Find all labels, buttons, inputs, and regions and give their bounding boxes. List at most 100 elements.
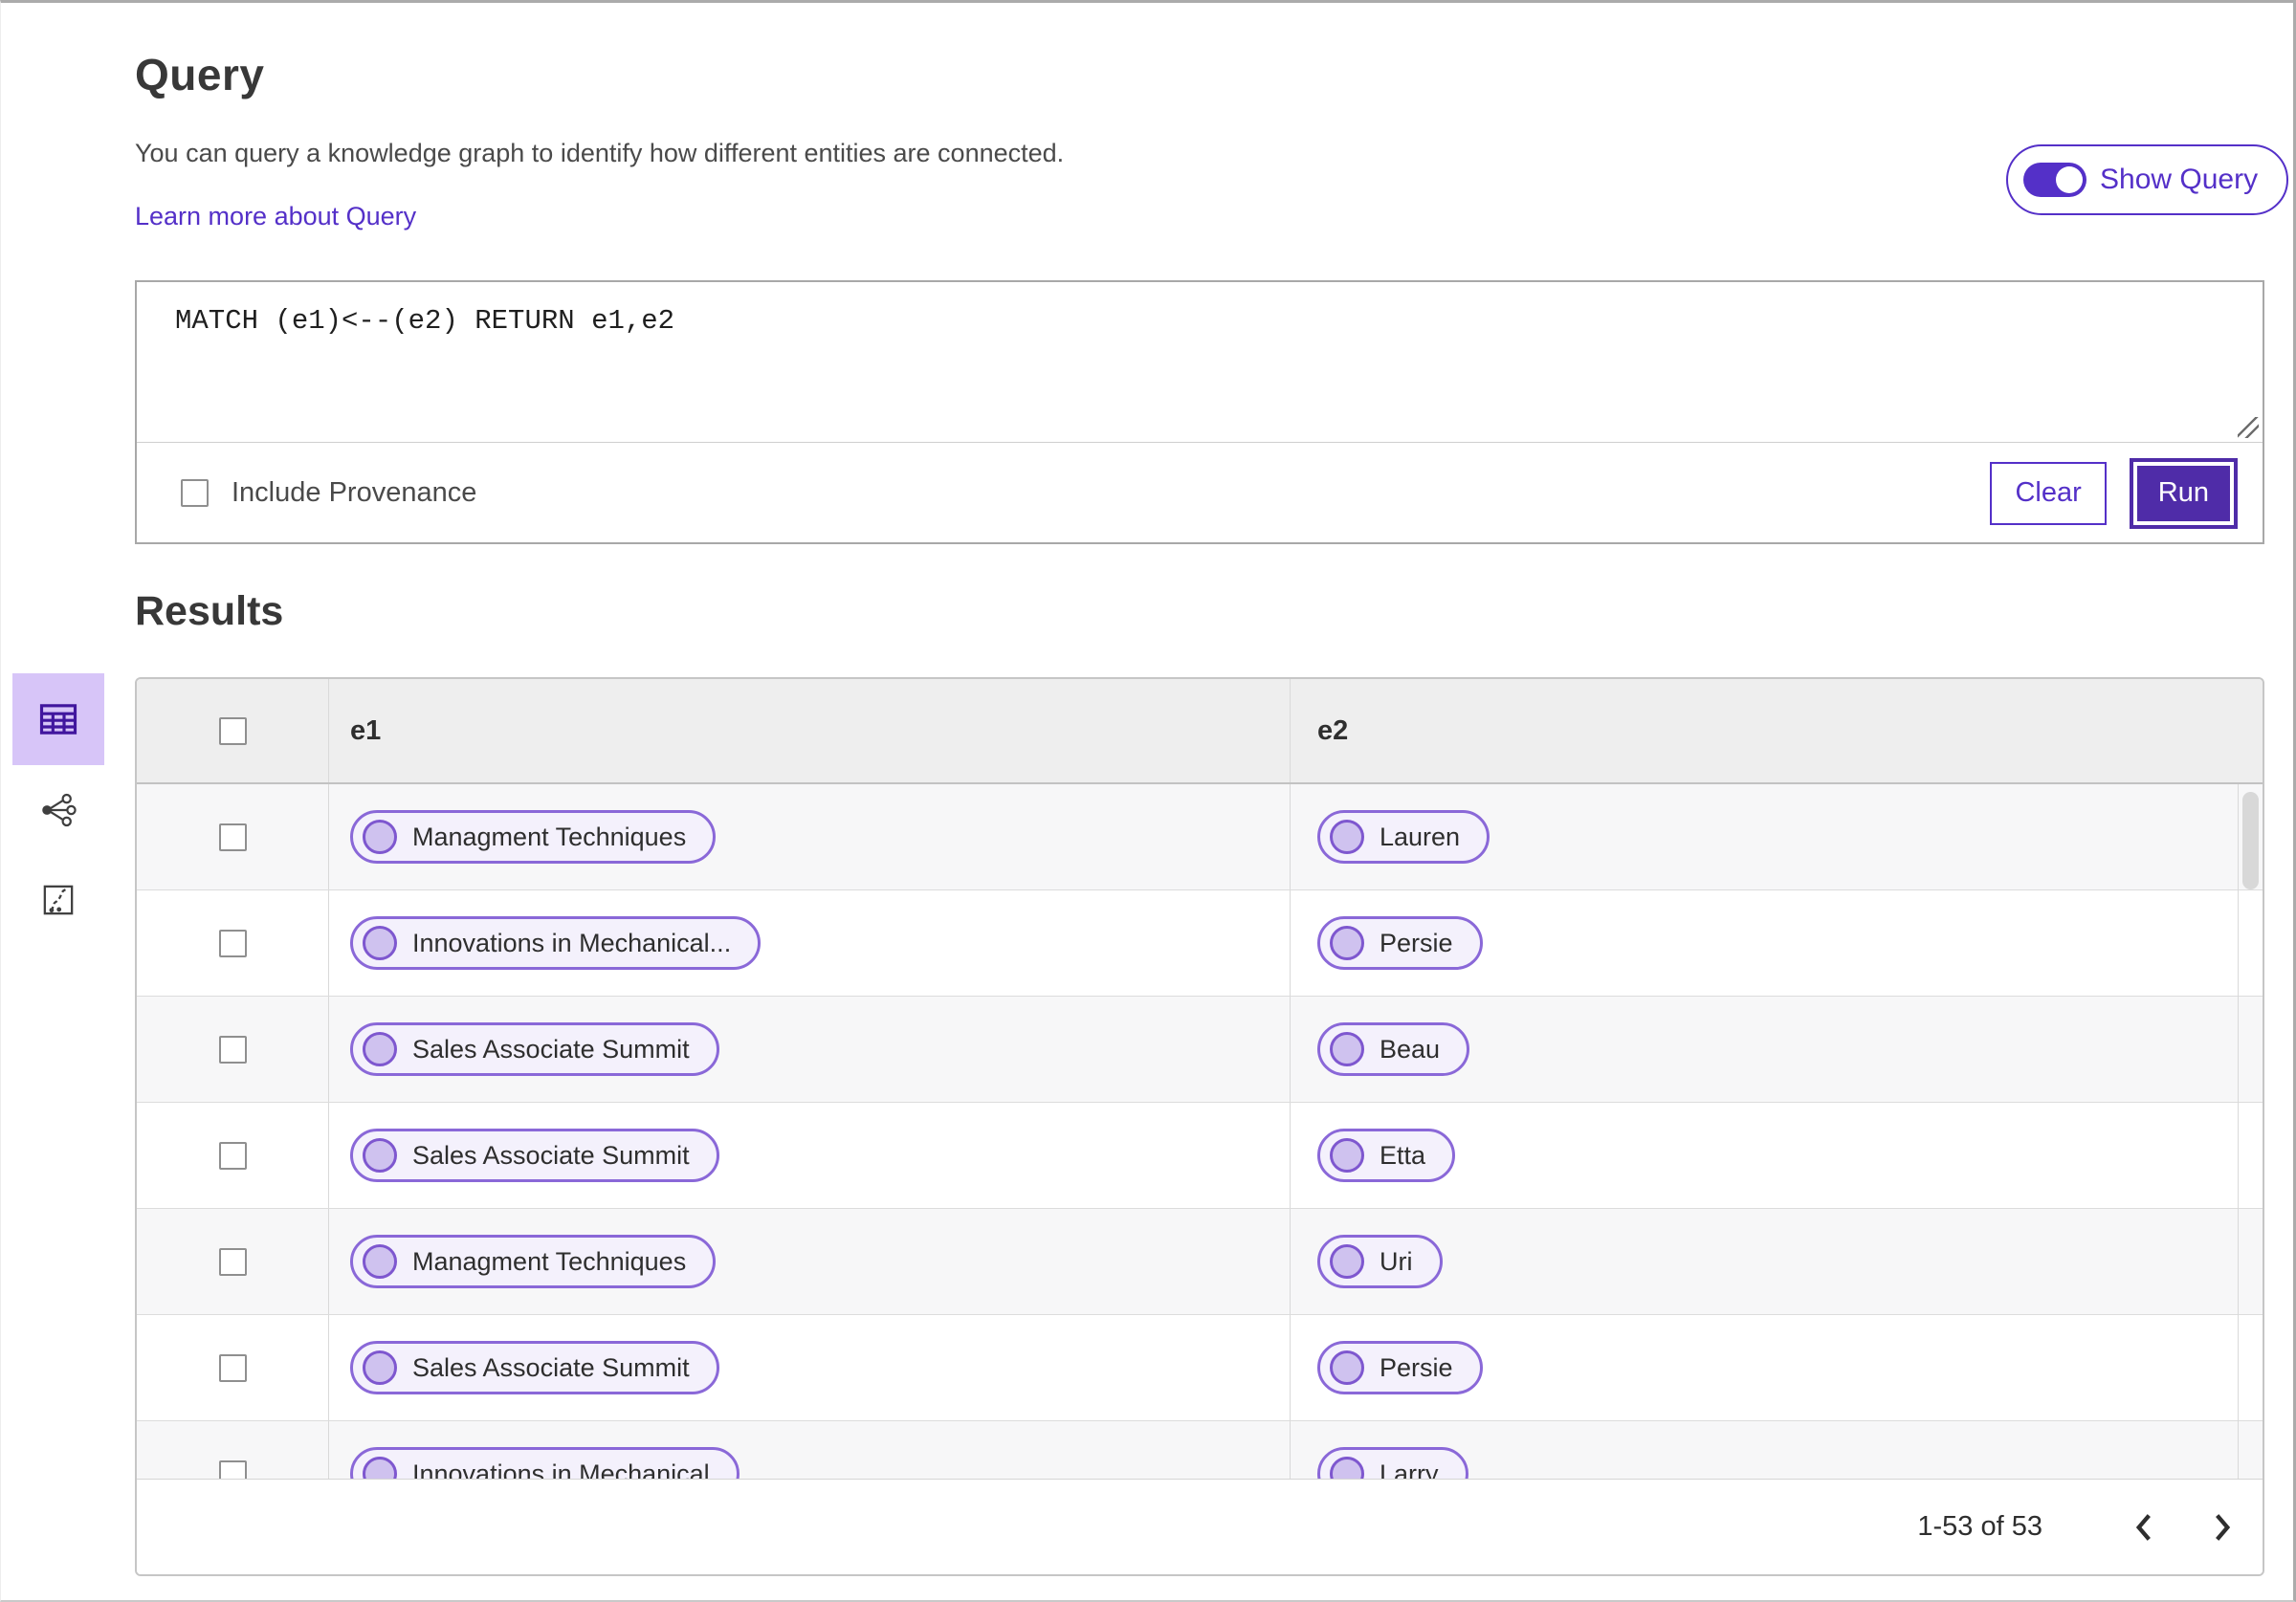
entity-pill[interactable]: Sales Associate Summit [350, 1022, 719, 1076]
table-row: Managment Techniques Uri [137, 1209, 2263, 1315]
learn-more-link[interactable]: Learn more about Query [135, 202, 416, 231]
entity-label: Larry [1380, 1459, 1439, 1480]
entity-pill[interactable]: Larry [1317, 1447, 1468, 1479]
graph-view-icon [42, 793, 77, 827]
row-checkbox[interactable] [218, 1035, 247, 1064]
entity-label: Uri [1380, 1246, 1413, 1276]
query-code-input[interactable]: MATCH (e1)<--(e2) RETURN e1,e2 [137, 282, 2263, 442]
entity-node-icon [363, 1138, 397, 1173]
cell-e2: Larry [1290, 1421, 2263, 1479]
row-select-cell [137, 1315, 328, 1420]
column-header-e1-label: e1 [350, 714, 382, 746]
cell-e2: Uri [1290, 1209, 2263, 1314]
cell-e2: Beau [1290, 997, 2263, 1102]
table-body: Managment Techniques Lauren Innovations … [137, 784, 2263, 1479]
select-all-checkbox[interactable] [218, 716, 247, 745]
entity-label: Managment Techniques [412, 1246, 687, 1276]
table-row: Managment Techniques Lauren [137, 784, 2263, 890]
table-row: Sales Associate Summit Beau [137, 997, 2263, 1103]
map-view-icon [43, 885, 74, 915]
entity-node-icon [1330, 1350, 1364, 1385]
entity-node-icon [363, 1244, 397, 1279]
table-view-icon [39, 704, 77, 735]
cell-e1: Innovations in Mechanical... [328, 890, 1290, 996]
row-checkbox[interactable] [218, 1141, 247, 1170]
table-row: Sales Associate Summit Persie [137, 1315, 2263, 1421]
table-scrollbar-thumb[interactable] [2242, 792, 2259, 889]
entity-label: Sales Associate Summit [412, 1140, 690, 1170]
row-select-cell [137, 784, 328, 889]
entity-label: Beau [1380, 1034, 1441, 1064]
entity-pill[interactable]: Innovations in Mechanical [350, 1447, 740, 1479]
run-button[interactable]: Run [2129, 457, 2239, 529]
row-checkbox[interactable] [218, 929, 247, 957]
show-query-label: Show Query [2100, 164, 2259, 195]
table-scrollbar-track[interactable] [2238, 784, 2263, 1479]
entity-label: Sales Associate Summit [412, 1352, 690, 1382]
map-view-button[interactable] [12, 855, 104, 945]
row-select-cell [137, 997, 328, 1102]
cell-e2: Lauren [1290, 784, 2263, 889]
toggle-knob-icon [2056, 166, 2083, 193]
pagination-range-label: 1-53 of 53 [1917, 1511, 2042, 1542]
entity-label: Persie [1380, 1352, 1453, 1382]
entity-pill[interactable]: Lauren [1317, 810, 1490, 864]
entity-label: Persie [1380, 928, 1453, 957]
cell-e1: Managment Techniques [328, 784, 1290, 889]
table-pagination-bar: 1-53 of 53 [137, 1479, 2263, 1574]
page-description: You can query a knowledge graph to ident… [135, 139, 1065, 167]
clear-button[interactable]: Clear [1990, 461, 2107, 525]
row-checkbox[interactable] [218, 1247, 247, 1276]
entity-node-icon [363, 926, 397, 960]
entity-node-icon [363, 1350, 397, 1385]
entity-pill[interactable]: Persie [1317, 916, 1483, 970]
entity-node-icon [1330, 820, 1364, 854]
results-view-switcher [12, 673, 104, 945]
row-checkbox[interactable] [218, 1353, 247, 1382]
page-title: Query [135, 50, 265, 99]
table-header-row: e1 e2 [137, 679, 2263, 784]
entity-label: Sales Associate Summit [412, 1034, 690, 1064]
entity-node-icon [363, 1457, 397, 1479]
column-header-e2-label: e2 [1317, 714, 1349, 746]
entity-pill[interactable]: Sales Associate Summit [350, 1129, 719, 1182]
entity-pill[interactable]: Managment Techniques [350, 1235, 717, 1288]
table-view-button[interactable] [12, 673, 104, 765]
query-editor-panel: MATCH (e1)<--(e2) RETURN e1,e2 Include P… [135, 280, 2264, 544]
entity-node-icon [363, 820, 397, 854]
show-query-switch[interactable] [2023, 163, 2086, 197]
show-query-toggle-button[interactable]: Show Query [2006, 144, 2289, 215]
row-select-cell [137, 1421, 328, 1479]
column-header-e2[interactable]: e2 [1290, 679, 2263, 782]
entity-pill[interactable]: Sales Associate Summit [350, 1341, 719, 1394]
entity-pill[interactable]: Managment Techniques [350, 810, 717, 864]
entity-node-icon [1330, 1244, 1364, 1279]
column-header-e1[interactable]: e1 [328, 679, 1290, 782]
row-checkbox[interactable] [218, 823, 247, 851]
next-page-button[interactable] [2203, 1504, 2241, 1550]
cell-e1: Innovations in Mechanical [328, 1421, 1290, 1479]
entity-pill[interactable]: Innovations in Mechanical... [350, 916, 762, 970]
cell-e2: Persie [1290, 890, 2263, 996]
row-checkbox[interactable] [218, 1459, 247, 1479]
include-provenance-label: Include Provenance [232, 477, 477, 508]
entity-node-icon [1330, 1457, 1364, 1479]
select-all-cell [137, 679, 328, 782]
entity-pill[interactable]: Uri [1317, 1235, 1443, 1288]
entity-node-icon [363, 1032, 397, 1066]
query-page: Query You can query a knowledge graph to… [0, 0, 2296, 1602]
graph-view-button[interactable] [12, 765, 104, 855]
entity-pill[interactable]: Persie [1317, 1341, 1483, 1394]
cell-e1: Managment Techniques [328, 1209, 1290, 1314]
resize-handle-icon[interactable] [2238, 417, 2259, 438]
cell-e1: Sales Associate Summit [328, 997, 1290, 1102]
include-provenance-checkbox[interactable] [181, 479, 209, 507]
cell-e1: Sales Associate Summit [328, 1315, 1290, 1420]
entity-node-icon [1330, 1138, 1364, 1173]
row-select-cell [137, 890, 328, 996]
query-panel-toolbar: Include Provenance Clear Run [137, 443, 2263, 543]
entity-pill[interactable]: Etta [1317, 1129, 1456, 1182]
previous-page-button[interactable] [2125, 1504, 2163, 1550]
entity-pill[interactable]: Beau [1317, 1022, 1470, 1076]
entity-label: Innovations in Mechanical [412, 1459, 710, 1480]
